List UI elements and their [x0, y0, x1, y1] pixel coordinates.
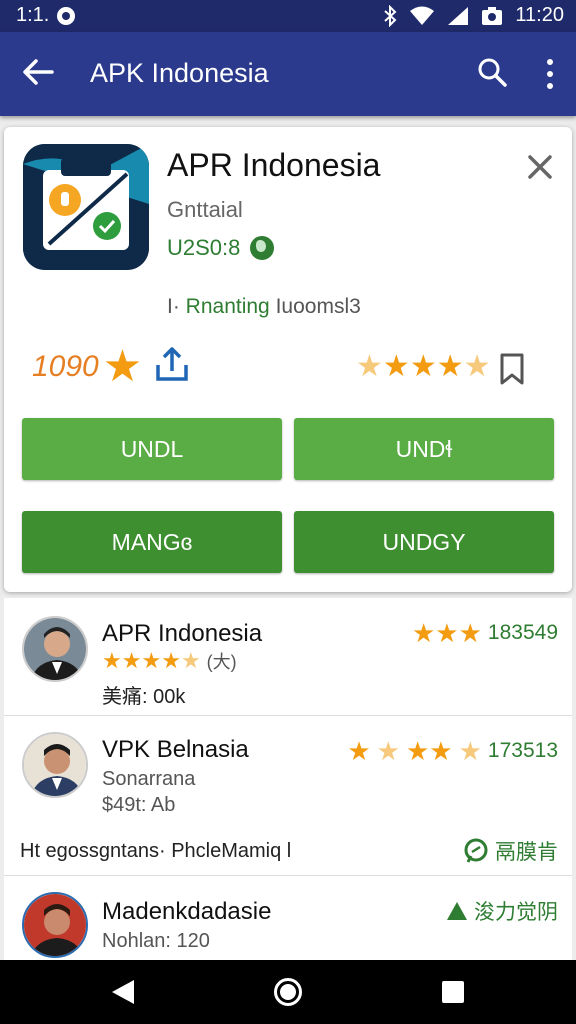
footer-right-text: 鬲膜肯 [495, 841, 558, 864]
rating-value: 1090 [32, 350, 99, 383]
avatar [22, 732, 88, 798]
share-icon[interactable] [152, 345, 192, 385]
list-item[interactable]: APR Indonesia ★ ★ ★ ★ ★ (大) 美痛: 00k ★★★ 1835… [4, 598, 572, 716]
star-icon: ★ [347, 736, 371, 766]
star-icon: ★ [121, 648, 142, 673]
action-button-2[interactable]: UNDɬ [294, 418, 554, 480]
avatar [22, 616, 88, 682]
list-item-extra: (大) [206, 652, 237, 672]
star-icon: ★★ [405, 736, 453, 766]
list-item-trend: 浚力觉阴 [446, 896, 558, 926]
star-icon: ★ [180, 648, 201, 673]
app-bar: APK Indonesia [0, 32, 576, 116]
star-icon: ★ [356, 350, 383, 383]
app-name: APR Indonesia [167, 147, 381, 183]
star-icon: ★ [409, 350, 437, 383]
list-item-right-text: 浚力觉阴 [474, 901, 558, 924]
list-item[interactable]: VPK Belnasia Sonarrana $49t: Ab ★ ★ ★★ ★ 17… [4, 716, 572, 876]
tagline: I· Rnanting Iuoomsl3 [167, 295, 361, 319]
price-row: U2S0:8 [167, 235, 275, 261]
star-icon: ★ [458, 736, 482, 766]
list-item-subtitle-2: $49t: Ab [102, 794, 176, 816]
list-item-footer: Ht egossgntans· PhcleMamiq l [20, 840, 292, 862]
star-icon: ★ [161, 648, 181, 673]
star-icon: ★ [141, 648, 162, 673]
star-icon: ★ [463, 350, 491, 383]
app-bar-title: APK Indonesia [90, 58, 269, 88]
list-item-stars: ★ ★ ★ ★ ★ (大) [102, 648, 237, 674]
bookmark-icon[interactable] [498, 353, 526, 385]
developer-name[interactable]: Gnttaial [167, 197, 243, 223]
trending-up-icon [447, 902, 467, 920]
status-time: 11:20 [515, 4, 564, 26]
list-item-rating: ★ ★ ★★ ★ 173513 [347, 738, 558, 764]
app-logo-icon [23, 144, 149, 270]
manage-button[interactable]: MANGɞ [22, 511, 282, 573]
price: U2S0:8 [167, 235, 241, 260]
close-icon[interactable] [526, 153, 554, 181]
list-item-title: APR Indonesia [102, 620, 263, 647]
list-item-footer-action[interactable]: 鬲膜肯 [463, 836, 558, 866]
status-left-text: 1:1. [16, 4, 50, 26]
star-icon: ★ [102, 342, 143, 391]
action-button-1[interactable]: UNDL [22, 418, 282, 480]
app-icon[interactable] [23, 144, 149, 270]
nav-home-icon[interactable] [274, 978, 302, 1006]
nav-recents-icon[interactable] [442, 981, 464, 1003]
list-item-subtitle: Sonarrana [102, 768, 196, 790]
star-icon: ★★★ [411, 618, 482, 648]
bluetooth-icon [384, 4, 397, 27]
tagline-prefix: I· [167, 295, 180, 318]
globe-icon [250, 236, 275, 260]
signal-icon [448, 6, 469, 25]
app-detail-card: APR Indonesia Gnttaial U2S0:8 I· Rnantin… [4, 127, 572, 592]
star-icon: ★ [436, 350, 464, 383]
search-icon[interactable] [476, 56, 508, 88]
battery-icon [482, 6, 503, 25]
rating-summary: 1090 ★ [32, 345, 142, 389]
action-button-4[interactable]: UNDGY [294, 511, 554, 573]
nav-back-icon[interactable] [110, 978, 136, 1006]
status-bar: 1:1. 11:20 [0, 0, 576, 32]
list-item-title: VPK Belnasia [102, 736, 249, 763]
list-item-subtitle: Nohlan: 120 [102, 930, 210, 952]
list-item[interactable]: Madenkdadasie Nohlan: 120 浚力觉阴 [4, 876, 572, 960]
list-item-title: Madenkdadasie [102, 898, 272, 925]
avatar [22, 892, 88, 958]
tagline-rest: Iuoomsl3 [275, 295, 361, 318]
star-icon: ★ [376, 736, 400, 766]
related-apps-list: APR Indonesia ★ ★ ★ ★ ★ (大) 美痛: 00k ★★★ 1835… [4, 598, 572, 960]
star-icon: ★ [102, 648, 122, 673]
list-item-count: 183549 [487, 621, 558, 644]
chat-icon [464, 838, 488, 863]
star-icon: ★ [382, 350, 410, 383]
list-item-subtitle: 美痛: 00k [102, 686, 186, 708]
rating-stars: ★ ★ ★ ★ ★ [356, 352, 491, 382]
wifi-icon [410, 6, 435, 25]
tagline-highlight: Rnanting [185, 295, 270, 318]
list-item-rating: ★★★ 183549 [412, 620, 558, 646]
list-item-count: 173513 [487, 739, 558, 762]
back-arrow-icon[interactable] [20, 54, 56, 90]
more-vert-icon[interactable] [538, 56, 562, 92]
notification-icon [57, 6, 76, 25]
system-nav-bar [0, 960, 576, 1024]
